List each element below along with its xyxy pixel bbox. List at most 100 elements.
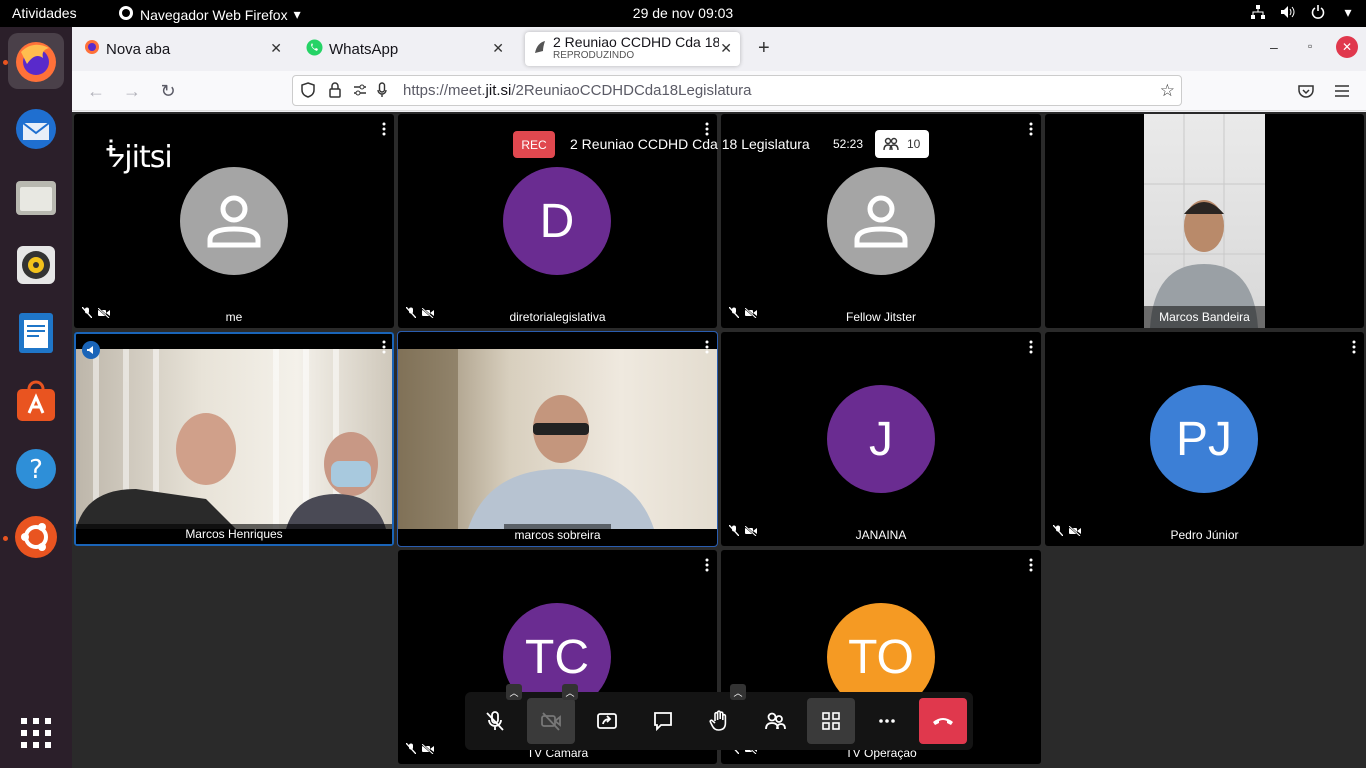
participant-name: me: [225, 310, 243, 324]
avatar: [180, 167, 288, 275]
activities-button[interactable]: Atividades: [12, 5, 77, 21]
tab-nova-aba[interactable]: Nova aba ✕: [80, 32, 290, 66]
more-options-icon[interactable]: [1351, 340, 1357, 354]
close-icon[interactable]: ✕: [492, 40, 504, 57]
forward-button[interactable]: →: [120, 79, 144, 103]
app-menu[interactable]: Navegador Web Firefox ▾: [118, 5, 301, 24]
avatar: J: [827, 385, 935, 493]
firefox-window: Nova aba ✕ WhatsApp ✕ 2 Reuniao CCDHD Cd…: [72, 27, 1366, 768]
more-options-icon[interactable]: [1028, 340, 1034, 354]
audio-settings-arrow[interactable]: ︿: [506, 684, 522, 700]
show-apps-icon[interactable]: [8, 705, 64, 761]
pocket-icon[interactable]: [1294, 79, 1318, 103]
video-settings-arrow[interactable]: ︿: [562, 684, 578, 700]
tab-meeting[interactable]: 2 Reuniao CCDHD Cda 18 REPRODUZINDO ✕: [525, 32, 740, 66]
help-icon[interactable]: ?: [8, 441, 64, 497]
more-options-icon[interactable]: [1028, 122, 1034, 136]
participant-tile[interactable]: J JANAINA: [721, 332, 1041, 546]
permissions-icon[interactable]: [353, 83, 367, 101]
participants-count: 10: [907, 137, 921, 151]
participant-name: Fellow Jitster: [845, 310, 916, 324]
participant-name: marcos sobreira: [504, 524, 611, 546]
user-placeholder-icon: [854, 195, 908, 248]
microphone-icon[interactable]: [377, 82, 387, 102]
participant-tile[interactable]: Marcos Bandeira: [1045, 114, 1364, 328]
more-options-icon[interactable]: [704, 558, 710, 572]
rhythmbox-icon[interactable]: [8, 237, 64, 293]
avatar: PJ: [1150, 385, 1258, 493]
jitsi-tab-icon: [533, 39, 547, 59]
participant-tile-dominant-speaker[interactable]: Marcos Henriques: [74, 332, 394, 546]
app-menu-label: Navegador Web Firefox: [140, 6, 288, 23]
raise-hand-button[interactable]: [695, 698, 743, 744]
participant-name: JANAINA: [855, 528, 907, 542]
shield-icon[interactable]: [301, 82, 315, 102]
reactions-arrow[interactable]: ︿: [730, 684, 746, 700]
chevron-down-icon: ▾: [293, 6, 301, 22]
back-button[interactable]: ←: [84, 79, 108, 103]
participants-count-badge[interactable]: 10: [875, 130, 929, 158]
clock[interactable]: 29 de nov 09:03: [633, 5, 733, 21]
more-options-icon[interactable]: [704, 122, 710, 136]
more-options-icon[interactable]: [704, 340, 710, 354]
participant-tile[interactable]: ᖭjitsi me: [74, 114, 394, 328]
software-store-icon[interactable]: [8, 373, 64, 429]
participants-icon: [883, 137, 899, 151]
maximize-button[interactable]: ▫: [1308, 39, 1312, 53]
svg-text:?: ?: [29, 455, 43, 485]
recording-badge: REC: [513, 131, 555, 158]
chat-button[interactable]: [639, 698, 687, 744]
firefox-icon[interactable]: [8, 33, 64, 89]
files-icon[interactable]: [8, 169, 64, 225]
bookmark-star-icon[interactable]: ☆: [1160, 81, 1175, 101]
more-options-icon[interactable]: [1028, 558, 1034, 572]
new-tab-button[interactable]: +: [758, 37, 770, 60]
gnome-top-bar: Atividades Navegador Web Firefox ▾ 29 de…: [0, 0, 1366, 27]
lock-icon[interactable]: [329, 82, 341, 102]
camera-toggle-button[interactable]: [527, 698, 575, 744]
close-window-button[interactable]: ✕: [1336, 36, 1358, 58]
tile-view-button[interactable]: [807, 698, 855, 744]
participant-name: Marcos Bandeira: [1144, 306, 1265, 328]
thunderbird-icon[interactable]: [8, 101, 64, 157]
meeting-stage: ᖭjitsi me D diretorialegislativa Fellow …: [72, 112, 1366, 768]
tab-audio-status: REPRODUZINDO: [553, 50, 635, 61]
participants-button[interactable]: [751, 698, 799, 744]
microphone-toggle-button[interactable]: [471, 698, 519, 744]
share-screen-button[interactable]: [583, 698, 631, 744]
tab-whatsapp[interactable]: WhatsApp ✕: [300, 32, 512, 66]
hamburger-menu-icon[interactable]: [1330, 79, 1354, 103]
user-placeholder-icon: [207, 195, 261, 248]
leave-meeting-button[interactable]: [919, 698, 967, 744]
participant-tile[interactable]: PJ Pedro Júnior: [1045, 332, 1364, 546]
url-text[interactable]: https://meet.jit.si/2ReuniaoCCDHDCda18Le…: [403, 82, 752, 99]
chat-icon: [654, 712, 672, 732]
more-options-icon[interactable]: [381, 340, 387, 354]
participants-icon: [765, 712, 786, 730]
whatsapp-icon: [306, 39, 323, 60]
close-icon[interactable]: ✕: [270, 40, 282, 57]
ubuntu-dock: ?: [0, 27, 72, 768]
participant-name: diretorialegislativa: [509, 310, 606, 324]
reload-button[interactable]: ↻: [156, 79, 180, 103]
more-actions-button[interactable]: [863, 698, 911, 744]
participant-name: Marcos Henriques: [76, 524, 392, 544]
person-silhouette: [398, 349, 654, 529]
participant-name: Pedro Júnior: [1170, 528, 1239, 542]
tab-label: WhatsApp: [329, 40, 399, 58]
libreoffice-writer-icon[interactable]: [8, 305, 64, 361]
volume-icon: [1280, 4, 1296, 20]
more-options-icon[interactable]: [381, 122, 387, 136]
firefox-small-icon: [118, 5, 134, 24]
video-off-icon: [541, 712, 561, 731]
system-tray[interactable]: ▾: [1250, 4, 1356, 20]
url-bar[interactable]: https://meet.jit.si/2ReuniaoCCDHDCda18Le…: [292, 75, 1182, 106]
ubuntu-icon[interactable]: [8, 509, 64, 565]
close-icon[interactable]: ✕: [720, 40, 732, 57]
tab-label: 2 Reuniao CCDHD Cda 18: [553, 36, 719, 50]
minimize-button[interactable]: –: [1270, 39, 1278, 55]
raise-hand-icon: [709, 710, 727, 731]
avatar: D: [503, 167, 611, 275]
participant-tile[interactable]: marcos sobreira: [397, 331, 718, 547]
power-icon: [1310, 4, 1326, 20]
